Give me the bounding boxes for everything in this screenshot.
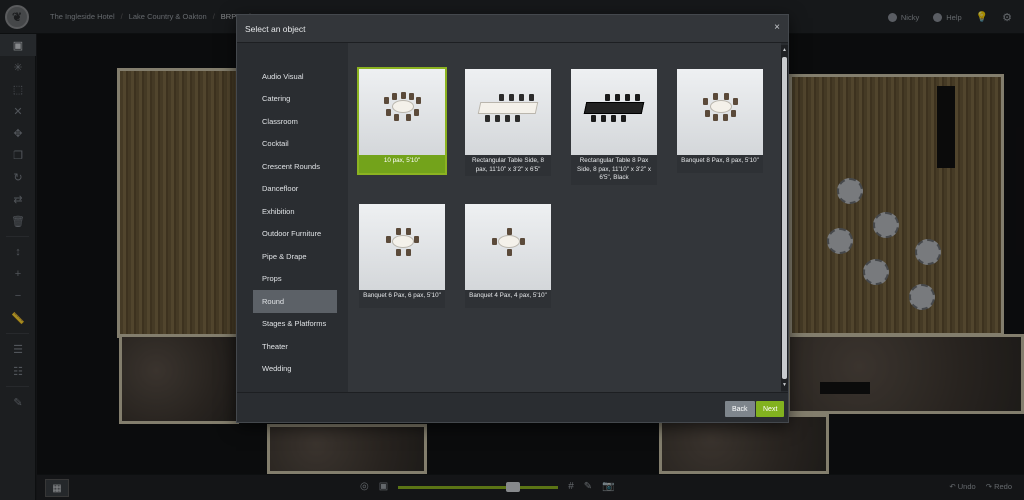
chair-shape [406,114,411,121]
close-icon[interactable]: × [774,22,780,33]
object-card-banquet-4pax[interactable]: Banquet 4 Pax, 4 pax, 5'10" [465,204,551,308]
object-card-banquet-8pax[interactable]: Banquet 8 Pax, 8 pax, 5'10" [677,69,763,173]
chair-shape [519,94,524,101]
category-crescent-rounds[interactable]: Crescent Rounds [253,155,337,178]
chair-shape [625,94,630,101]
category-audio-visual[interactable]: Audio Visual [253,65,337,88]
chair-shape [495,115,500,122]
chair-shape [406,228,411,235]
object-label: Rectangular Table Side, 8 pax, 11'10" x … [472,157,544,173]
chair-shape [394,114,399,121]
chair-shape [635,94,640,101]
scroll-down-icon[interactable]: ▼ [781,382,788,389]
chair-shape [605,94,610,101]
chair-shape [392,93,397,100]
chair-shape [724,93,729,100]
chair-shape [703,98,708,105]
select-object-dialog: Select an object × Audio Visual Catering… [236,14,789,423]
chair-shape [401,92,406,99]
object-card-rect-table-black[interactable]: Rectangular Table 8 Pax Side, 8 pax, 11'… [571,69,657,185]
object-card-rect-table-side[interactable]: Rectangular Table Side, 8 pax, 11'10" x … [465,69,551,176]
next-button[interactable]: Next [756,401,785,417]
object-label: 10 pax, 5'10" [359,155,445,173]
dialog-header: Select an object [237,15,788,43]
table-shape [477,102,539,114]
category-dancefloor[interactable]: Dancefloor [253,178,337,201]
category-classroom[interactable]: Classroom [253,110,337,133]
object-thumbnail-round-table [677,69,763,155]
category-cocktail[interactable]: Cocktail [253,133,337,156]
object-grid-scrollbar[interactable]: ▲ ▼ [781,45,788,391]
table-shape [392,235,414,248]
category-theater[interactable]: Theater [253,335,337,358]
chair-shape [406,249,411,256]
scroll-up-icon[interactable]: ▲ [781,47,788,54]
chair-shape [731,110,736,117]
chair-shape [601,115,606,122]
chair-shape [515,115,520,122]
table-shape [583,102,645,114]
back-button[interactable]: Back [725,401,755,417]
object-thumbnail-rect-table-black [571,69,657,155]
category-pipe-drape[interactable]: Pipe & Drape [253,245,337,268]
object-label: Banquet 8 Pax, 8 pax, 5'10" [681,157,759,164]
table-shape [498,235,520,248]
chair-shape [416,97,421,104]
chair-shape [723,114,728,121]
chair-shape [529,94,534,101]
object-label: Banquet 6 Pax, 6 pax, 5'10" [363,292,441,299]
chair-shape [509,94,514,101]
chair-shape [386,109,391,116]
chair-shape [384,97,389,104]
chair-shape [713,93,718,100]
chair-shape [621,115,626,122]
chair-shape [499,94,504,101]
table-shape [710,100,732,113]
category-round[interactable]: Round [253,290,337,313]
object-thumbnail-rect-table [465,69,551,155]
category-wedding[interactable]: Wedding [253,358,337,381]
chair-shape [414,109,419,116]
object-thumbnail-round-table [359,204,445,290]
category-outdoor-furniture[interactable]: Outdoor Furniture [253,223,337,246]
chair-shape [611,115,616,122]
chair-shape [507,249,512,256]
scrollbar-thumb[interactable] [782,57,787,379]
chair-shape [396,228,401,235]
category-list: Audio Visual Catering Classroom Cocktail… [253,65,337,380]
chair-shape [591,115,596,122]
chair-shape [505,115,510,122]
chair-shape [492,238,497,245]
object-card-banquet-6pax[interactable]: Banquet 6 Pax, 6 pax, 5'10" [359,204,445,308]
chair-shape [414,236,419,243]
chair-shape [409,93,414,100]
object-label: Rectangular Table 8 Pax Side, 8 pax, 11'… [577,157,651,181]
category-stages-platforms[interactable]: Stages & Platforms [253,313,337,336]
table-shape [392,100,414,113]
object-label: Banquet 4 Pax, 4 pax, 5'10" [469,292,547,299]
chair-shape [386,236,391,243]
dialog-title: Select an object [245,23,306,34]
category-exhibition[interactable]: Exhibition [253,200,337,223]
object-thumbnail-round-table [359,69,445,155]
chair-shape [485,115,490,122]
object-grid: 10 pax, 5'10" Rectangular Table Side, 8 … [348,43,781,393]
chair-shape [507,228,512,235]
chair-shape [713,114,718,121]
chair-shape [396,249,401,256]
chair-shape [520,238,525,245]
object-card-round-10pax[interactable]: 10 pax, 5'10" [357,67,447,175]
category-props[interactable]: Props [253,268,337,291]
chair-shape [705,110,710,117]
object-thumbnail-round-table [465,204,551,290]
chair-shape [733,98,738,105]
category-catering[interactable]: Catering [253,88,337,111]
dialog-footer: Back Next [237,392,788,422]
chair-shape [615,94,620,101]
